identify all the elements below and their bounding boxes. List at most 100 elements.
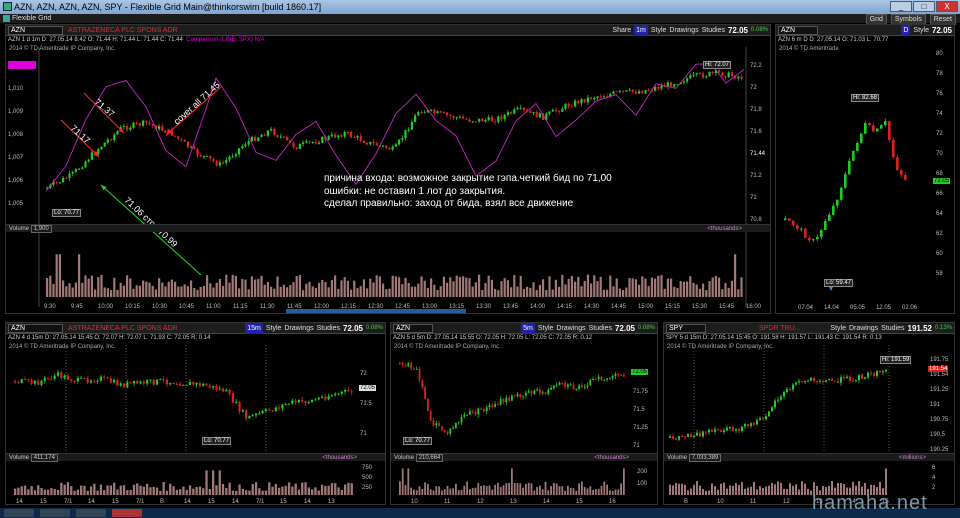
candle <box>148 122 151 125</box>
y-tick-label: 60 <box>936 251 943 257</box>
candle <box>286 136 289 141</box>
volume-bar <box>81 282 84 297</box>
menubar-label[interactable]: Flexible Grid <box>12 15 51 22</box>
candle <box>792 384 794 390</box>
candle <box>81 167 84 169</box>
volume-bar <box>430 278 433 297</box>
candle <box>708 71 711 77</box>
x-tick-label: 16:00 <box>746 304 762 310</box>
candle <box>162 379 165 381</box>
volume-bar <box>572 488 575 495</box>
candle <box>106 377 109 379</box>
note-line-3: сделал правильно: заход от бида, взял вс… <box>324 198 574 209</box>
main-chart-canvas[interactable]: 1.011.311,0101,0091,0081,0071,0061,00572… <box>6 25 771 314</box>
volume-bar <box>670 278 673 297</box>
candle <box>834 380 836 382</box>
candle <box>481 118 484 122</box>
candle <box>824 220 827 230</box>
candle <box>487 117 490 120</box>
candle <box>548 111 551 114</box>
candle <box>340 391 343 394</box>
candle <box>427 398 429 411</box>
candle <box>536 389 538 391</box>
volume-bar <box>673 286 676 297</box>
volume-bar <box>724 282 727 297</box>
volume-value: 1,900 <box>30 225 52 233</box>
candle <box>235 401 238 403</box>
candle <box>684 436 686 438</box>
maximize-button[interactable]: □ <box>913 1 935 12</box>
volume-bar <box>522 289 525 297</box>
volume-bar <box>113 277 116 297</box>
volume-bar <box>258 488 261 495</box>
taskbar-item[interactable] <box>112 509 142 517</box>
taskbar-item[interactable] <box>40 509 70 517</box>
volume-bar <box>161 282 164 297</box>
y-tick-label: 71.5 <box>360 401 372 407</box>
volume-bar <box>435 486 438 495</box>
volume-bar <box>606 289 609 297</box>
candle <box>885 370 887 372</box>
candle <box>660 85 663 89</box>
candle <box>800 228 803 230</box>
candle <box>80 377 83 379</box>
candle <box>471 410 474 412</box>
volume-bar <box>669 484 671 495</box>
volume-bar <box>225 274 228 297</box>
volume-bar <box>152 486 155 495</box>
candle <box>458 116 461 118</box>
volume-bar <box>487 275 490 297</box>
volume-bar <box>481 290 484 297</box>
close-button[interactable]: X <box>936 1 958 12</box>
volume-bar <box>497 482 499 495</box>
x-tick-label: 11:30 <box>260 304 275 310</box>
volume-bar <box>494 289 497 297</box>
volume-bar <box>696 481 698 495</box>
chart-panel-spy-15m: SPY SPDR TRU... Style Drawings Studies 1… <box>663 322 955 505</box>
azn-15m-canvas[interactable]: 72 71.5 71 750 500 250 14 15 7/1 14 15 7/1 B 14 15 14 7/… <box>6 323 386 505</box>
candle <box>705 76 708 78</box>
v-tick-label: 4 <box>932 475 936 481</box>
volume-bar <box>420 276 423 297</box>
volume-bar <box>650 277 653 297</box>
menubar: Flexible Grid Grid Symbols Reset <box>0 14 960 25</box>
candle <box>511 395 513 401</box>
volume-bar <box>462 276 465 297</box>
candle <box>581 385 583 388</box>
volume-bar <box>780 482 782 495</box>
candle <box>129 127 132 130</box>
taskbar-item[interactable] <box>76 509 106 517</box>
candle <box>287 403 291 405</box>
daily-chart-canvas[interactable]: 80 78 76 74 72 70 68 66 64 62 60 58 07.04 14.04 05.05 1… <box>776 25 955 314</box>
volume-bar <box>530 483 533 495</box>
azn-5m-canvas[interactable]: 7271.7571.571.257120010010111213141516 <box>391 323 658 505</box>
candle <box>695 73 698 75</box>
volume-bar <box>340 280 343 297</box>
volume-bar <box>628 278 631 297</box>
minimize-button[interactable]: _ <box>890 1 912 12</box>
volume-bar <box>747 487 749 495</box>
volume-bar <box>241 279 244 297</box>
candle <box>577 100 580 104</box>
candle <box>37 380 40 385</box>
volume-bar <box>158 278 161 297</box>
volume-bar <box>320 484 324 495</box>
spy-15m-canvas[interactable]: 191.75191.54191.25191190.75190.5190.2564… <box>664 323 955 505</box>
volume-bar <box>551 289 554 297</box>
volume-bar <box>268 482 271 495</box>
candle <box>681 436 683 438</box>
candle <box>71 171 74 174</box>
volume-bar <box>215 485 218 495</box>
x-tick-label: 14 <box>543 499 550 505</box>
last-price-label: 72.05 <box>631 369 649 375</box>
candle <box>522 107 525 111</box>
y2-tick-label: 71.44 <box>750 151 766 157</box>
volume-bar <box>567 278 570 297</box>
volume-bar <box>427 483 429 495</box>
candle <box>53 375 56 379</box>
taskbar-item[interactable] <box>4 509 34 517</box>
volume-bar <box>424 482 426 495</box>
x-tick-label: 14 <box>232 499 239 505</box>
volume-bar <box>302 290 305 297</box>
candle <box>856 142 859 151</box>
